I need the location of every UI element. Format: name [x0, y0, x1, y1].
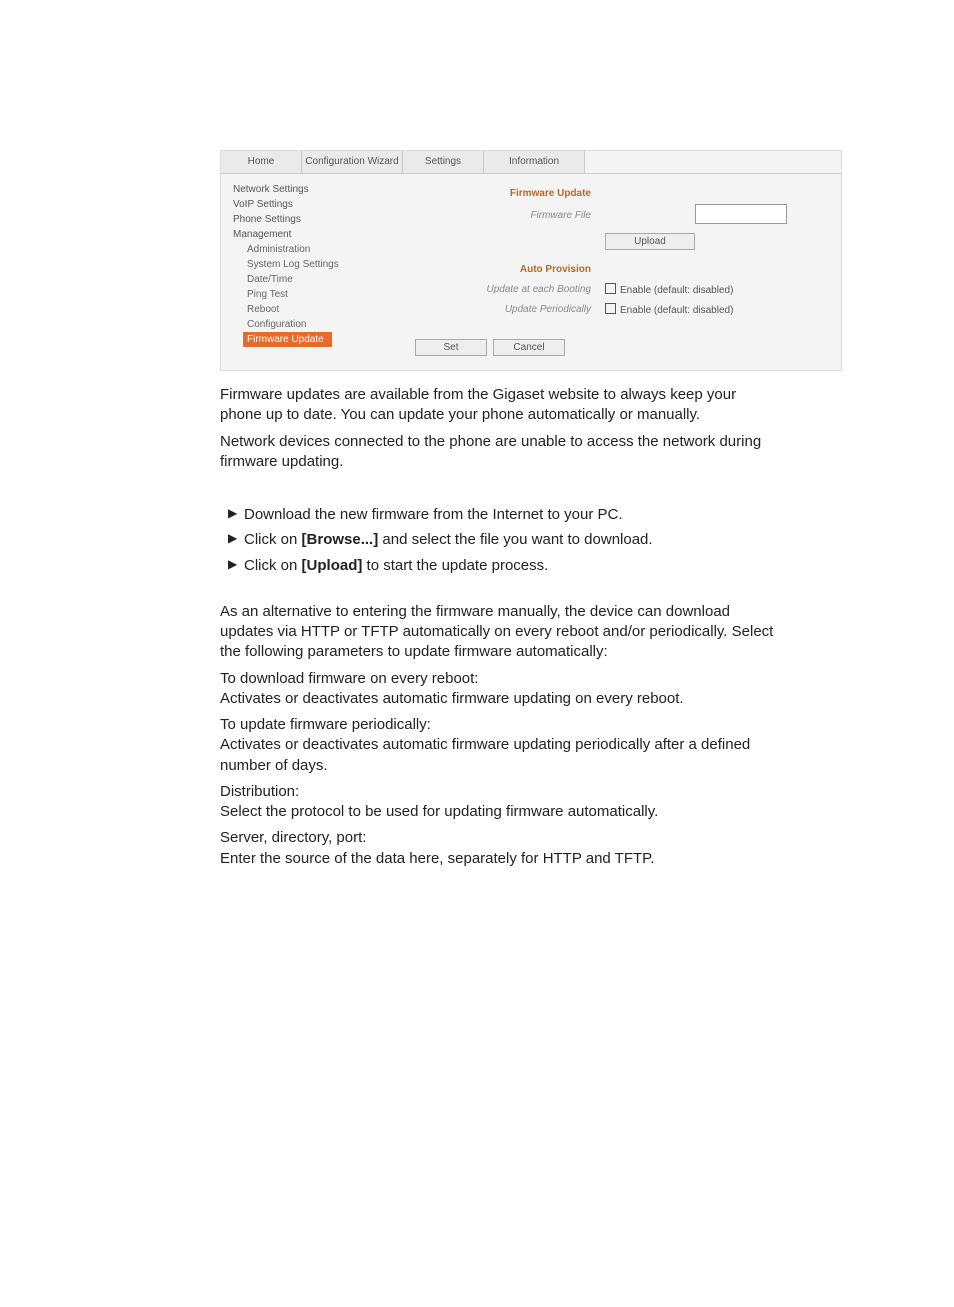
sidebar-item-pingtest[interactable]: Ping Test [233, 287, 401, 302]
set-button[interactable]: Set [415, 339, 487, 356]
label-firmware-file: Firmware File [411, 210, 605, 221]
step-3: ▶ Click on [Upload] to start the update … [220, 556, 774, 576]
paragraph-alternative: As an alternative to entering the firmwa… [220, 602, 774, 663]
arrow-icon: ▶ [228, 505, 244, 525]
cancel-button[interactable]: Cancel [493, 339, 565, 356]
label-update-boot: Update at each Booting [411, 284, 605, 295]
firmware-file-input[interactable] [695, 204, 787, 224]
checkbox-update-boot[interactable] [605, 283, 616, 294]
sidebar-item-firmware-update[interactable]: Firmware Update [243, 332, 332, 347]
step-2-text: Click on [Browse...] and select the file… [244, 530, 653, 550]
term-download-reboot: To download firmware on every reboot: Ac… [220, 669, 774, 710]
paragraph-intro-2: Network devices connected to the phone a… [220, 432, 774, 473]
upload-button[interactable]: Upload [605, 233, 695, 250]
sidebar-nav: Network Settings VoIP Settings Phone Set… [221, 174, 401, 370]
tab-bar: Home Configuration Wizard Settings Infor… [221, 151, 841, 174]
checkbox-update-periodic[interactable] [605, 303, 616, 314]
tab-information[interactable]: Information [484, 151, 585, 173]
step-1-text: Download the new firmware from the Inter… [244, 505, 623, 525]
sidebar-item-network[interactable]: Network Settings [233, 182, 401, 197]
section-firmware-update: Firmware Update [411, 188, 605, 199]
term-distribution: Distribution: Select the protocol to be … [220, 782, 774, 823]
term-update-periodic: To update firmware periodically: Activat… [220, 715, 774, 776]
step-3-text: Click on [Upload] to start the update pr… [244, 556, 548, 576]
sidebar-item-administration[interactable]: Administration [233, 242, 401, 257]
step-2: ▶ Click on [Browse...] and select the fi… [220, 530, 774, 550]
label-update-periodic: Update Periodically [411, 304, 605, 315]
term-server: Server, directory, port: Enter the sourc… [220, 828, 774, 869]
sidebar-item-syslog[interactable]: System Log Settings [233, 257, 401, 272]
tab-config-wizard[interactable]: Configuration Wizard [302, 151, 403, 173]
text-enable-boot: Enable (default: disabled) [620, 285, 733, 296]
tab-settings[interactable]: Settings [403, 151, 484, 173]
sidebar-item-phone[interactable]: Phone Settings [233, 212, 401, 227]
sidebar-item-configuration[interactable]: Configuration [233, 317, 401, 332]
document-body: Firmware updates are available from the … [220, 385, 774, 869]
section-auto-provision: Auto Provision [411, 264, 605, 275]
sidebar-item-datetime[interactable]: Date/Time [233, 272, 401, 287]
config-ui-panel: Home Configuration Wizard Settings Infor… [220, 150, 842, 371]
sidebar-item-voip[interactable]: VoIP Settings [233, 197, 401, 212]
step-1: ▶ Download the new firmware from the Int… [220, 505, 774, 525]
tab-home[interactable]: Home [221, 151, 302, 173]
settings-content: Firmware Update Firmware File Upload Aut… [401, 174, 841, 370]
paragraph-intro-1: Firmware updates are available from the … [220, 385, 774, 426]
sidebar-item-management[interactable]: Management [233, 227, 401, 242]
arrow-icon: ▶ [228, 556, 244, 576]
text-enable-periodic: Enable (default: disabled) [620, 305, 733, 316]
arrow-icon: ▶ [228, 530, 244, 550]
sidebar-item-reboot[interactable]: Reboot [233, 302, 401, 317]
